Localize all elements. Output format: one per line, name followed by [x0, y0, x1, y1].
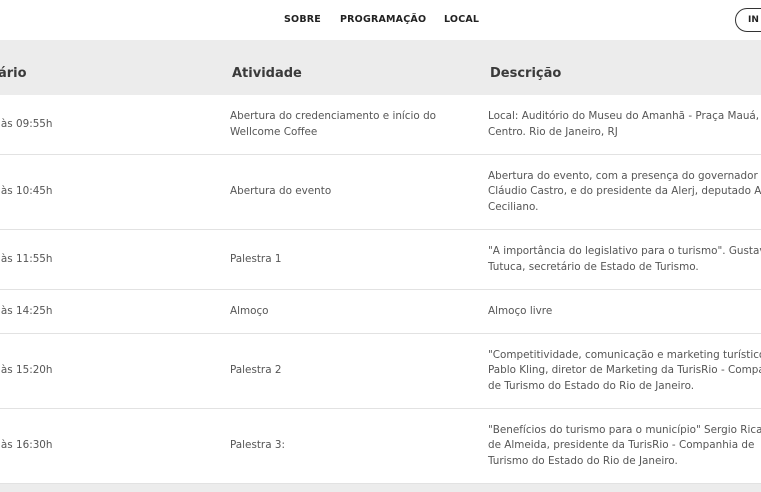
table-row: h às 11:55h Palestra 1 "A importância do…	[0, 230, 761, 290]
table-header: ário Atividade Descrição	[0, 54, 761, 95]
row-activity: Palestra 1	[230, 252, 282, 265]
row-activity: Abertura do evento	[230, 185, 332, 198]
top-navigation-bar: SOBRE PROGRAMAÇÃO LOCAL IN	[0, 0, 761, 40]
row-activity: Abertura do credenciamento e início do W…	[230, 110, 437, 138]
subscribe-button-label: IN	[748, 15, 759, 25]
row-description: "Benefícios do turismo para o município"…	[488, 423, 761, 467]
row-time: h às 14:25h	[0, 304, 53, 317]
table-row: h às 14:25h Almoço Almoço livre	[0, 290, 761, 334]
row-activity: Palestra 2	[230, 364, 282, 377]
row-description: Almoço livre	[488, 304, 553, 317]
row-description: Local: Auditório do Museu do Amanhã - Pr…	[488, 110, 760, 138]
table-row: h às 15:20h Palestra 2 "Competitividade,…	[0, 334, 761, 409]
row-description: "Competitividade, comunicação e marketin…	[488, 348, 761, 392]
row-description: "A importância do legislativo para o tur…	[488, 245, 761, 273]
subscribe-button[interactable]: IN	[735, 8, 761, 32]
row-activity: Almoço	[230, 304, 269, 317]
row-time: h às 11:55h	[0, 252, 53, 265]
row-time: h às 15:20h	[0, 364, 53, 377]
row-time: h às 09:55h	[0, 117, 53, 130]
nav-item-local[interactable]: LOCAL	[444, 14, 479, 25]
row-description: Abertura do evento, com a presença do go…	[488, 169, 761, 213]
table-row: h às 09:55h Abertura do credenciamento e…	[0, 95, 761, 155]
header-description: Descrição	[490, 66, 562, 81]
nav-item-sobre[interactable]: SOBRE	[284, 14, 321, 25]
row-time: h às 10:45h	[0, 185, 53, 198]
table-row: h às 10:45h Abertura do evento Abertura …	[0, 155, 761, 230]
row-activity: Palestra 3:	[230, 439, 285, 452]
table-row: h às 16:30h Palestra 3: "Benefícios do t…	[0, 409, 761, 484]
header-activity: Atividade	[232, 66, 302, 81]
row-time: h às 16:30h	[0, 439, 53, 452]
nav-item-programacao[interactable]: PROGRAMAÇÃO	[340, 14, 426, 25]
header-time: ário	[0, 66, 27, 81]
